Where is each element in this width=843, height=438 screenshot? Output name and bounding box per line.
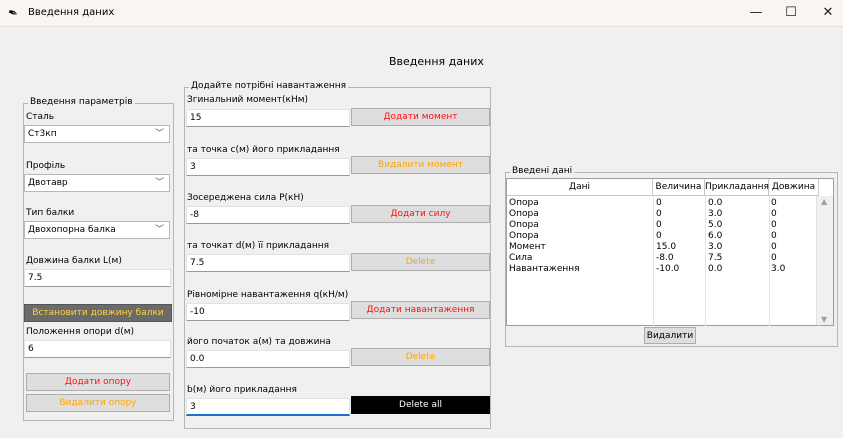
- table-cell: 0: [771, 231, 777, 241]
- chevron-down-icon[interactable]: ﹀: [155, 128, 164, 141]
- table-cell: 0: [771, 220, 777, 230]
- column-divider: [769, 196, 770, 326]
- table-cell: 0: [656, 209, 662, 219]
- column-divider: [705, 196, 706, 326]
- table-cell: 3.0: [708, 209, 723, 219]
- table-cell: Опора: [509, 220, 539, 230]
- table-cell: Момент: [509, 242, 546, 252]
- title-bar: ✒ Введення даних — ☐ ✕: [0, 0, 843, 27]
- table-cell: 6.0: [708, 231, 723, 241]
- profile-select[interactable]: Двотавр ﹀: [24, 174, 170, 192]
- table-cell: 0: [656, 231, 662, 241]
- minimize-icon[interactable]: —: [742, 3, 770, 23]
- column-header[interactable]: Довжина: [769, 179, 819, 196]
- delete-all-button[interactable]: Delete all: [351, 396, 490, 414]
- column-header[interactable]: Дані: [507, 179, 653, 196]
- loads-legend: Додайте потрібні навантаження: [189, 81, 349, 91]
- window-title: Введення даних: [28, 7, 115, 18]
- steel-label: Сталь: [26, 112, 55, 122]
- distributed-start-input[interactable]: 0.0: [186, 350, 350, 368]
- add-support-button[interactable]: Додати опору: [26, 373, 170, 391]
- force-point-input[interactable]: 7.5: [186, 254, 350, 272]
- force-point-label: та точкат d(м) її прикладання: [187, 241, 330, 251]
- support-position-label: Положення опори d(м): [26, 327, 135, 337]
- table-cell: 5.0: [708, 220, 723, 230]
- close-icon[interactable]: ✕: [814, 3, 842, 23]
- set-length-button[interactable]: Встановити довжину балки: [24, 304, 172, 322]
- vertical-scrollbar[interactable]: ▲ ▼: [816, 196, 833, 325]
- table-cell: Опора: [509, 231, 539, 241]
- table-cell: -10.0: [656, 264, 680, 274]
- length-label: Довжина балки L(м): [26, 256, 122, 266]
- beam-type-value: Двохопорна балка: [28, 225, 116, 235]
- table-cell: 3.0: [771, 264, 786, 274]
- entered-data-legend: Введені дані: [510, 166, 575, 176]
- table-cell: Навантаження: [509, 264, 580, 274]
- table-cell: 15.0: [656, 242, 677, 252]
- scroll-up-icon[interactable]: ▲: [821, 197, 827, 206]
- moment-point-label: та точка c(м) його прикладання: [187, 145, 340, 155]
- distributed-load-input[interactable]: -10: [186, 303, 350, 321]
- force-input[interactable]: -8: [186, 206, 350, 224]
- table-cell: Опора: [509, 209, 539, 219]
- remove-support-button[interactable]: Видалити опору: [26, 394, 170, 412]
- table-cell: 0: [771, 198, 777, 208]
- distributed-start-label: його початок a(м) та довжина: [187, 337, 331, 347]
- table-cell: 0.0: [708, 264, 723, 274]
- column-header[interactable]: Прикладання: [705, 179, 769, 196]
- beam-type-label: Тип балки: [26, 208, 75, 218]
- column-divider: [653, 196, 654, 326]
- moment-input[interactable]: 15: [186, 109, 350, 127]
- page-title: Введення даних: [389, 55, 484, 68]
- scroll-down-icon[interactable]: ▼: [821, 315, 827, 324]
- table-cell: 3.0: [708, 242, 723, 252]
- steel-select[interactable]: Ст3кп ﹀: [24, 125, 170, 143]
- moment-point-input[interactable]: 3: [186, 158, 350, 176]
- steel-value: Ст3кп: [28, 129, 57, 139]
- force-label: Зосереджена сила P(кН): [187, 193, 304, 203]
- column-header[interactable]: Величина: [653, 179, 705, 196]
- table-cell: 0.0: [708, 198, 723, 208]
- chevron-down-icon[interactable]: ﹀: [155, 177, 164, 190]
- moment-label: Згинальний момент(кНм): [187, 95, 309, 105]
- delete-distributed-load-button[interactable]: Delete: [351, 348, 490, 366]
- profile-label: Профіль: [26, 161, 66, 171]
- distributed-length-input[interactable]: 3: [186, 398, 350, 416]
- table-cell: 0: [771, 242, 777, 252]
- maximize-icon[interactable]: ☐: [777, 3, 805, 23]
- profile-value: Двотавр: [28, 178, 68, 188]
- distributed-load-label: Рівномірне навантаження q(кН/м): [187, 290, 349, 300]
- add-distributed-load-button[interactable]: Додати навантаження: [351, 301, 490, 319]
- delete-entry-button[interactable]: Видалити: [644, 327, 696, 344]
- length-input[interactable]: 7.5: [24, 269, 171, 287]
- table-cell: 7.5: [708, 253, 723, 263]
- chevron-down-icon[interactable]: ﹀: [155, 224, 164, 237]
- table-cell: 0: [656, 220, 662, 230]
- distributed-length-label: b(м) його прикладання: [187, 385, 297, 395]
- delete-force-button[interactable]: Delete: [351, 253, 490, 271]
- entered-data-table[interactable]: Дані Величина Прикладання Довжина Опора …: [506, 178, 834, 326]
- table-cell: -8.0: [656, 253, 674, 263]
- beam-type-select[interactable]: Двохопорна балка ﹀: [24, 221, 170, 239]
- table-cell: Опора: [509, 198, 539, 208]
- params-legend: Введення параметрів: [28, 97, 135, 107]
- table-cell: Сила: [509, 253, 533, 263]
- feather-icon: ✒: [5, 4, 21, 22]
- table-cell: 0: [656, 198, 662, 208]
- support-position-input[interactable]: 6: [24, 340, 171, 358]
- add-moment-button[interactable]: Додати момент: [351, 108, 490, 126]
- table-cell: 0: [771, 209, 777, 219]
- add-force-button[interactable]: Додати силу: [351, 205, 490, 223]
- table-cell: 0: [771, 253, 777, 263]
- remove-moment-button[interactable]: Видалити момент: [351, 156, 490, 174]
